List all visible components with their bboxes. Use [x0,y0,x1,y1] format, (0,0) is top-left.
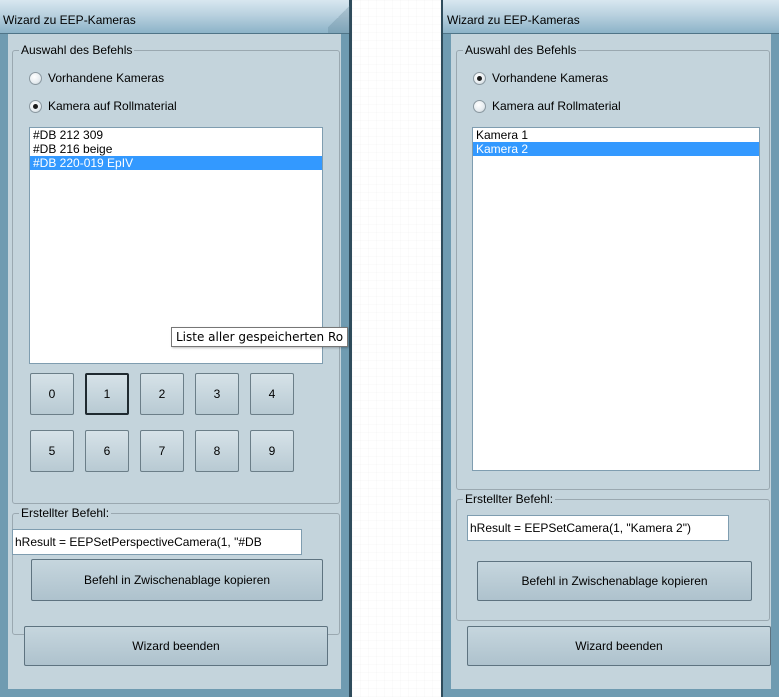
digit-button-0[interactable]: 0 [30,373,74,415]
radio-button[interactable] [29,71,42,85]
radio-button-checked[interactable] [29,99,42,113]
group-label: Auswahl des Befehls [19,43,135,57]
group-label: Erstellter Befehl: [19,506,112,520]
wizard-beenden-button[interactable]: Wizard beenden [467,626,771,666]
kamera-listbox[interactable]: Kamera 1 Kamera 2 [472,127,760,471]
digit-button-3[interactable]: 3 [195,373,239,415]
wizard-window-left: Wizard zu EEP-Kameras Auswahl des Befehl… [0,0,352,697]
title-bar[interactable]: Wizard zu EEP-Kameras [443,0,779,34]
copy-to-clipboard-button[interactable]: Befehl in Zwischenablage kopieren [31,559,323,601]
group-label: Erstellter Befehl: [463,492,556,506]
radio-kamera-rollmaterial[interactable]: Kamera auf Rollmaterial [473,98,621,114]
digit-button-7[interactable]: 7 [140,430,184,472]
window-client: Auswahl des Befehls Vorhandene Kameras K… [451,34,771,689]
listbox-tooltip: Liste aller gespeicherten Ro [171,327,349,347]
digit-button-6[interactable]: 6 [85,430,129,472]
radio-kamera-rollmaterial[interactable]: Kamera auf Rollmaterial [29,98,177,114]
radio-label: Vorhandene Kameras [48,71,165,85]
window-client: Auswahl des Befehls Vorhandene Kameras K… [8,34,349,689]
list-item[interactable]: Kamera 1 [473,128,759,142]
radio-vorhandene-kameras[interactable]: Vorhandene Kameras [473,70,608,86]
command-textbox[interactable]: hResult = EEPSetCamera(1, "Kamera 2") [467,515,729,541]
window-title: Wizard zu EEP-Kameras [3,13,136,27]
list-item[interactable]: #DB 216 beige [30,142,322,156]
title-bar[interactable]: Wizard zu EEP-Kameras [0,0,350,34]
digit-button-2[interactable]: 2 [140,373,184,415]
wizard-beenden-button[interactable]: Wizard beenden [24,626,328,666]
group-erstellter-befehl: Erstellter Befehl: hResult = EEPSetCamer… [456,492,770,621]
digit-button-9[interactable]: 9 [250,430,294,472]
digit-button-5[interactable]: 5 [30,430,74,472]
radio-label: Kamera auf Rollmaterial [48,99,177,113]
command-textbox[interactable]: hResult = EEPSetPerspectiveCamera(1, "#D… [12,529,302,555]
radio-button-checked[interactable] [473,71,486,85]
radio-label: Kamera auf Rollmaterial [492,99,621,113]
digit-button-1[interactable]: 1 [85,373,129,415]
group-erstellter-befehl: Erstellter Befehl: hResult = EEPSetPersp… [12,506,340,635]
digit-button-4[interactable]: 4 [250,373,294,415]
radio-vorhandene-kameras[interactable]: Vorhandene Kameras [29,70,164,86]
group-befehl-auswahl: Auswahl des Befehls Vorhandene Kameras K… [12,43,340,504]
wizard-window-right: Wizard zu EEP-Kameras Auswahl des Befehl… [441,0,779,697]
window-title: Wizard zu EEP-Kameras [447,13,580,27]
digit-button-8[interactable]: 8 [195,430,239,472]
radio-button[interactable] [473,99,486,113]
list-item-selected[interactable]: Kamera 2 [473,142,759,156]
list-item[interactable]: #DB 212 309 [30,128,322,142]
radio-label: Vorhandene Kameras [492,71,609,85]
list-item-selected[interactable]: #DB 220-019 EpIV [30,156,322,170]
group-label: Auswahl des Befehls [463,43,579,57]
copy-to-clipboard-button[interactable]: Befehl in Zwischenablage kopieren [477,561,752,601]
group-befehl-auswahl: Auswahl des Befehls Vorhandene Kameras K… [456,43,770,490]
